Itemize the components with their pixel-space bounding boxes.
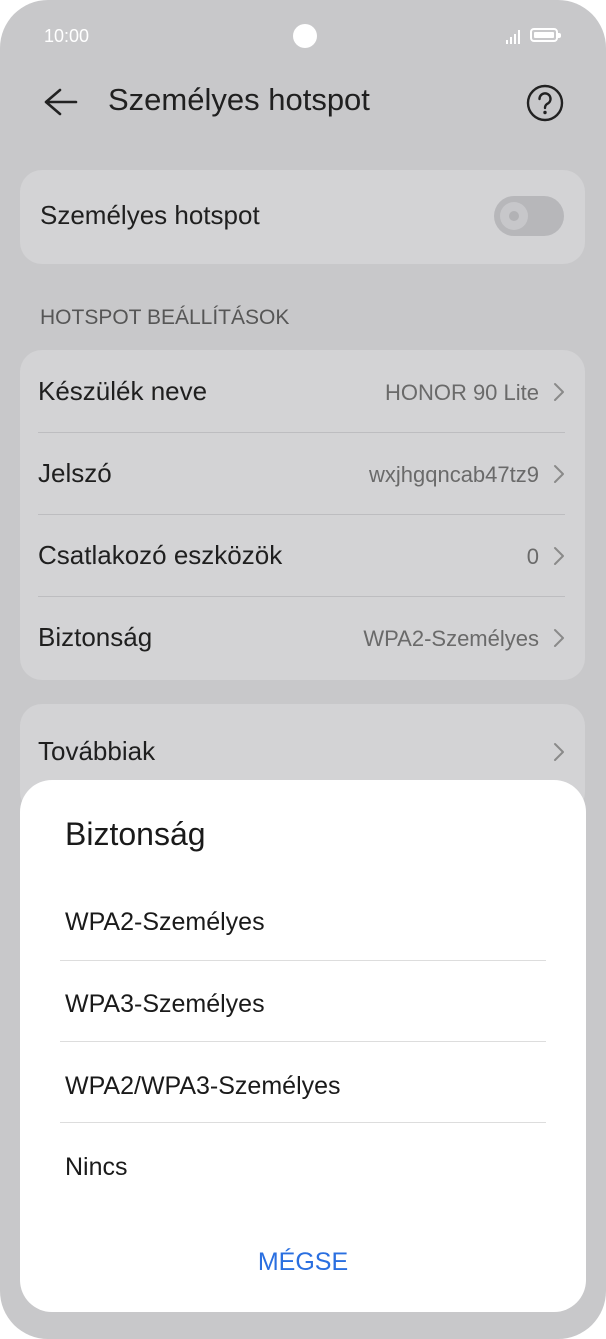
back-arrow-icon[interactable]: [42, 84, 78, 120]
option-divider: [60, 960, 546, 961]
status-bar: 10:00: [0, 0, 606, 72]
hotspot-settings-card: Készülék neve HONOR 90 Lite Jelszó wxjhg…: [20, 350, 585, 680]
status-time: 10:00: [44, 26, 90, 46]
setting-label: Biztonság: [38, 622, 153, 652]
page-title: Személyes hotspot: [108, 82, 370, 117]
setting-label: Csatlakozó eszközök: [38, 540, 283, 570]
chevron-right-icon: [554, 629, 564, 647]
security-option-wpa2-wpa3[interactable]: WPA2/WPA3-Személyes: [65, 1072, 341, 1101]
setting-row-connected-devices[interactable]: Csatlakozó eszközök 0: [20, 516, 585, 598]
toggle-knob: [500, 202, 528, 230]
chevron-right-icon: [554, 547, 564, 565]
security-dialog: Biztonság WPA2-Személyes WPA3-Személyes …: [20, 780, 586, 1312]
setting-row-password[interactable]: Jelszó wxjhgqncab47tz9: [20, 434, 585, 516]
section-title: HOTSPOT BEÁLLÍTÁSOK: [40, 306, 290, 329]
setting-row-security[interactable]: Biztonság WPA2-Személyes: [20, 598, 585, 680]
security-option-wpa3[interactable]: WPA3-Személyes: [65, 990, 265, 1019]
chevron-right-icon: [554, 383, 564, 401]
chevron-right-icon: [554, 743, 564, 761]
hotspot-toggle-card: Személyes hotspot: [20, 170, 585, 264]
app-header: Személyes hotspot: [0, 70, 606, 136]
setting-label: Jelszó: [38, 458, 112, 488]
more-label: Továbbiak: [38, 736, 156, 766]
front-camera: [293, 24, 317, 48]
row-divider: [38, 514, 565, 515]
setting-label: Készülék neve: [38, 376, 208, 406]
dialog-title: Biztonság: [65, 816, 206, 852]
setting-value: wxjhgqncab47tz9: [368, 462, 539, 487]
signal-icon: [506, 28, 524, 44]
hotspot-toggle-switch[interactable]: [494, 196, 564, 236]
setting-value: HONOR 90 Lite: [384, 380, 539, 405]
security-option-none[interactable]: Nincs: [65, 1153, 128, 1182]
cancel-button[interactable]: MÉGSE: [20, 1248, 586, 1277]
setting-row-device-name[interactable]: Készülék neve HONOR 90 Lite: [20, 352, 585, 434]
security-option-wpa2[interactable]: WPA2-Személyes: [65, 908, 265, 937]
row-divider: [38, 432, 565, 433]
battery-icon: [530, 28, 561, 42]
chevron-right-icon: [554, 465, 564, 483]
option-divider: [60, 1122, 546, 1123]
row-divider: [38, 596, 565, 597]
setting-value: WPA2-Személyes: [363, 626, 539, 651]
option-divider: [60, 1041, 546, 1042]
phone-screen: 10:00 Személyes hotspot Személyes hotspo…: [0, 0, 606, 1339]
setting-value: 0: [526, 544, 539, 569]
hotspot-toggle-label: Személyes hotspot: [40, 200, 260, 230]
help-icon[interactable]: [526, 84, 564, 122]
